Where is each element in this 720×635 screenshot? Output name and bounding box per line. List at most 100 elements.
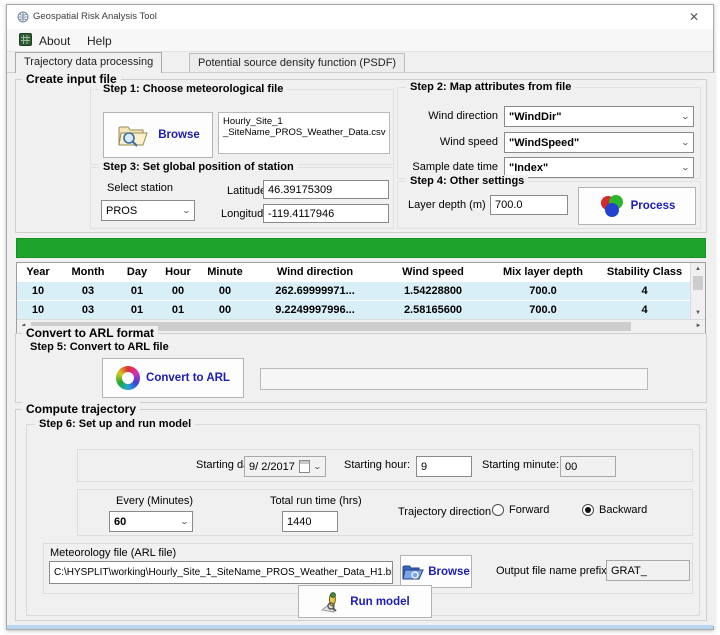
cell: 00 [199,285,251,297]
every-minutes-value: 60 [114,516,126,528]
col-month: Month [59,266,117,278]
rgb-circles-icon [599,194,625,218]
cell: 2.58165600 [379,304,487,316]
starting-hour-input[interactable]: 9 [416,456,472,477]
chevron-down-icon: ⌄ [313,462,322,471]
latitude-value: 46.39175309 [268,184,332,196]
chevron-down-icon: ⌄ [182,206,191,215]
create-input-group: Create input file Step 1: Choose meteoro… [15,79,707,233]
forward-radio[interactable]: Forward [492,504,549,516]
chevron-down-icon: ⌄ [681,112,690,121]
title-bar: Geospatial Risk Analysis Tool ✕ [7,5,713,29]
col-wind-speed: Wind speed [379,266,487,278]
starting-date-picker[interactable]: 9/ 2/2017 ⌄ [244,456,326,477]
cell: 262.69999971... [251,285,379,297]
station-value: PROS [106,205,137,217]
run-settings-panel: Every (Minutes) 60 ⌄ Total run time (hrs… [77,489,693,536]
window-title: Geospatial Risk Analysis Tool [33,11,157,22]
wind-direction-label: Wind direction [398,110,498,122]
cell: 03 [59,285,117,297]
layer-depth-value: 700.0 [495,199,523,211]
station-dropdown[interactable]: PROS ⌄ [101,200,195,221]
convert-to-arl-label: Convert to ARL [146,372,230,384]
menu-about[interactable]: About [35,32,74,50]
scroll-up-icon[interactable]: ▲ [691,263,705,275]
latitude-input[interactable]: 46.39175309 [263,180,389,199]
cell: 4 [599,285,690,297]
cell: 03 [59,304,117,316]
col-mix-layer-depth: Mix layer depth [487,266,599,278]
wind-speed-label: Wind speed [398,136,498,148]
app-icon [17,11,29,23]
step1-browse-button[interactable]: Browse [103,112,213,158]
step1-file-display: Hourly_Site_1 _SiteName_PROS_Weather_Dat… [218,112,390,154]
cell: 01 [157,304,199,316]
compute-trajectory-title: Compute trajectory [22,402,140,416]
sample-date-time-dropdown[interactable]: "Index" ⌄ [504,157,694,178]
cell: 10 [17,285,59,297]
col-hour: Hour [157,266,199,278]
step1-title: Step 1: Choose meteorological file [99,83,287,95]
layer-depth-input[interactable]: 700.0 [490,195,568,215]
convert-arl-title: Convert to ARL format [22,326,158,340]
col-wind-direction: Wind direction [251,266,379,278]
cell: 700.0 [487,304,599,316]
cell: 9.2249997996... [251,304,379,316]
backward-radio[interactable]: Backward [582,504,647,516]
app-window: Geospatial Risk Analysis Tool ✕ About He… [6,4,714,630]
wind-speed-dropdown[interactable]: "WindSpeed" ⌄ [504,132,694,153]
run-model-icon [320,590,344,614]
met-file-input[interactable]: C:\HYSPLIT\working\Hourly_Site_1_SiteNam… [49,561,393,584]
step6-title: Step 6: Set up and run model [35,418,195,430]
cell: 4 [599,304,690,316]
file-name-line2: _SiteName_PROS_Weather_Data.csv [223,127,385,138]
longitude-input[interactable]: -119.4117946 [263,204,389,223]
output-prefix-input[interactable]: GRAT_ [606,560,690,581]
tab-psdf[interactable]: Potential source density function (PSDF) [189,53,405,73]
cell: 01 [117,304,157,316]
every-minutes-dropdown[interactable]: 60 ⌄ [109,511,193,532]
met-file-value: C:\HYSPLIT\working\Hourly_Site_1_SiteNam… [54,567,393,578]
table-vertical-scrollbar[interactable]: ▲ ▼ [690,263,705,319]
tab-strip: Trajectory data processing Potential sou… [7,52,713,72]
file-name-line1: Hourly_Site_1 [223,116,385,127]
cell: 01 [117,285,157,297]
vertical-scroll-thumb[interactable] [693,276,703,290]
starting-hour-label: Starting hour: [344,459,410,471]
menu-bar: About Help [7,29,713,52]
col-minute: Minute [199,266,251,278]
process-button[interactable]: Process [578,187,696,225]
run-model-button[interactable]: Run model [298,585,432,618]
start-datetime-panel: Starting date: 9/ 2/2017 ⌄ Starting hour… [77,449,693,482]
starting-minute-value: 00 [565,461,577,473]
col-day: Day [117,266,157,278]
cell: 10 [17,304,59,316]
scroll-right-icon[interactable]: ► [692,320,705,333]
convert-to-arl-button[interactable]: Convert to ARL [102,358,244,398]
processing-progress-bar [16,238,706,258]
step5-title: Step 5: Convert to ARL file [30,341,169,353]
scroll-down-icon[interactable]: ▼ [691,307,705,319]
wind-direction-dropdown[interactable]: "WindDir" ⌄ [504,106,694,127]
total-run-time-value: 1440 [287,516,311,528]
every-minutes-label: Every (Minutes) [116,495,193,507]
total-run-time-input[interactable]: 1440 [282,511,338,532]
color-ring-icon [116,366,140,390]
convert-arl-group: Convert to ARL format Step 5: Convert to… [15,333,707,403]
process-label: Process [631,200,676,212]
starting-minute-input[interactable]: 00 [560,456,616,477]
tab-trajectory-data-processing[interactable]: Trajectory data processing [15,52,162,73]
table-row[interactable]: 10 03 01 00 00 262.69999971... 1.5422880… [17,281,690,300]
folder-search-icon [116,121,152,149]
chevron-down-icon: ⌄ [180,517,189,526]
wind-speed-value: "WindSpeed" [509,137,579,149]
close-icon[interactable]: ✕ [679,7,709,27]
latitude-label: Latitude [227,185,266,197]
table-row[interactable]: 10 03 01 01 00 9.2249997996... 2.5816560… [17,300,690,319]
step3-title: Step 3: Set global position of station [99,161,298,173]
arl-browse-button[interactable]: Browse [400,555,472,588]
table-header-row: Year Month Day Hour Minute Wind directio… [17,263,690,281]
menu-help[interactable]: Help [83,32,116,50]
trajectory-direction-label: Trajectory direction [398,506,491,518]
compute-trajectory-group: Compute trajectory Step 6: Set up and ru… [15,409,707,621]
